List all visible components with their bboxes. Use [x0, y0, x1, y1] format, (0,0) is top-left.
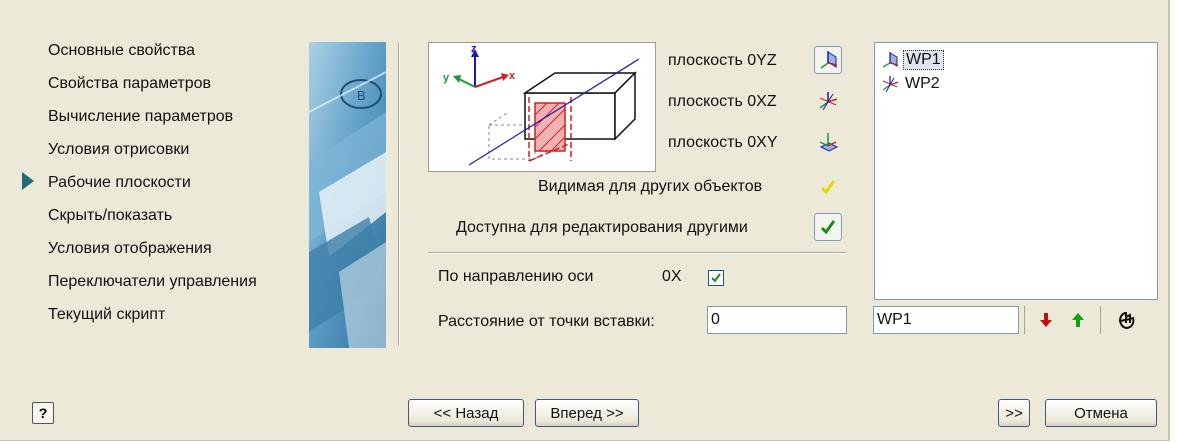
distance-input[interactable]	[707, 306, 847, 334]
horizontal-separator	[428, 252, 846, 254]
axis-z-label: z	[471, 43, 477, 55]
move-down-button[interactable]	[1032, 306, 1060, 334]
axis-direction-label: По направлению оси	[438, 268, 594, 285]
nav-item-parameter-calculation[interactable]: Вычисление параметров	[48, 100, 308, 133]
plane-oxz-icon	[819, 92, 838, 111]
plane-oxy-label: плоскость 0XY	[668, 134, 778, 151]
visible-for-others-toggle[interactable]	[814, 173, 842, 201]
axis-direction-value: 0X	[662, 268, 682, 285]
list-item[interactable]: WP2	[881, 73, 942, 95]
work-plane-preview: z y x	[428, 42, 656, 172]
axis-x-label: x	[509, 70, 516, 82]
arrow-up-icon	[1072, 313, 1084, 327]
nav-item-display-conditions[interactable]: Условия отображения	[48, 232, 308, 265]
axis-direction-checkbox[interactable]	[708, 270, 724, 286]
plane-oxy-button[interactable]	[814, 128, 842, 156]
back-button[interactable]: << Назад	[408, 399, 524, 427]
checkmark-icon	[711, 273, 721, 283]
work-plane-icon	[882, 76, 899, 93]
nav-item-parameter-properties[interactable]: Свойства параметров	[48, 67, 308, 100]
plane-oxy-icon	[819, 133, 839, 152]
hand-pick-icon	[1118, 311, 1135, 330]
editable-by-others-toggle[interactable]	[814, 213, 842, 241]
dialog-window: Основные свойства Свойства параметров Вы…	[0, 0, 1170, 441]
nav-item-hide-show[interactable]: Скрыть/показать	[48, 199, 308, 232]
nav-item-control-switches[interactable]: Переключатели управления	[48, 265, 308, 298]
svg-text:B: B	[357, 88, 366, 103]
nav-item-basic-properties[interactable]: Основные свойства	[48, 34, 308, 67]
wizard-banner-image: B	[309, 42, 386, 348]
axis-y-label: y	[443, 72, 450, 84]
plane-oyz-button[interactable]	[814, 46, 842, 74]
list-item[interactable]: WP1	[881, 49, 944, 71]
nav-item-work-planes[interactable]: Рабочие плоскости	[48, 166, 308, 199]
list-item-label: WP1	[903, 50, 944, 70]
green-check-icon	[820, 220, 836, 235]
move-up-button[interactable]	[1064, 306, 1092, 334]
next-button[interactable]: Вперед >>	[535, 399, 639, 427]
skip-button[interactable]: >>	[998, 399, 1030, 427]
plane-oxz-button[interactable]	[814, 87, 842, 115]
distance-label: Расстояние от точки вставки:	[438, 313, 655, 330]
work-plane-name-input[interactable]	[873, 306, 1019, 334]
editable-by-others-label: Доступна для редактирования другими	[456, 219, 748, 236]
list-item-label: WP2	[905, 75, 940, 92]
yellow-check-icon	[820, 180, 836, 195]
vertical-separator	[398, 42, 400, 346]
wizard-nav: Основные свойства Свойства параметров Вы…	[48, 34, 308, 331]
pick-plane-button[interactable]	[1112, 306, 1140, 334]
toolbar-divider	[1024, 306, 1025, 334]
visible-for-others-label: Видимая для других объектов	[538, 178, 763, 195]
nav-item-drawing-conditions[interactable]: Условия отрисовки	[48, 133, 308, 166]
work-plane-icon	[882, 52, 899, 68]
plane-oyz-label: плоскость 0YZ	[668, 52, 777, 69]
plane-oyz-icon	[820, 51, 838, 69]
active-item-arrow-icon	[22, 172, 34, 190]
cancel-button[interactable]: Отмена	[1045, 399, 1157, 427]
toolbar-divider	[1100, 306, 1101, 334]
plane-oxz-label: плоскость 0XZ	[668, 93, 777, 110]
help-button[interactable]: ?	[32, 402, 54, 424]
arrow-down-icon	[1040, 313, 1052, 327]
work-plane-list[interactable]: WP1 WP2	[874, 42, 1158, 300]
nav-item-current-script[interactable]: Текущий скрипт	[48, 298, 308, 331]
